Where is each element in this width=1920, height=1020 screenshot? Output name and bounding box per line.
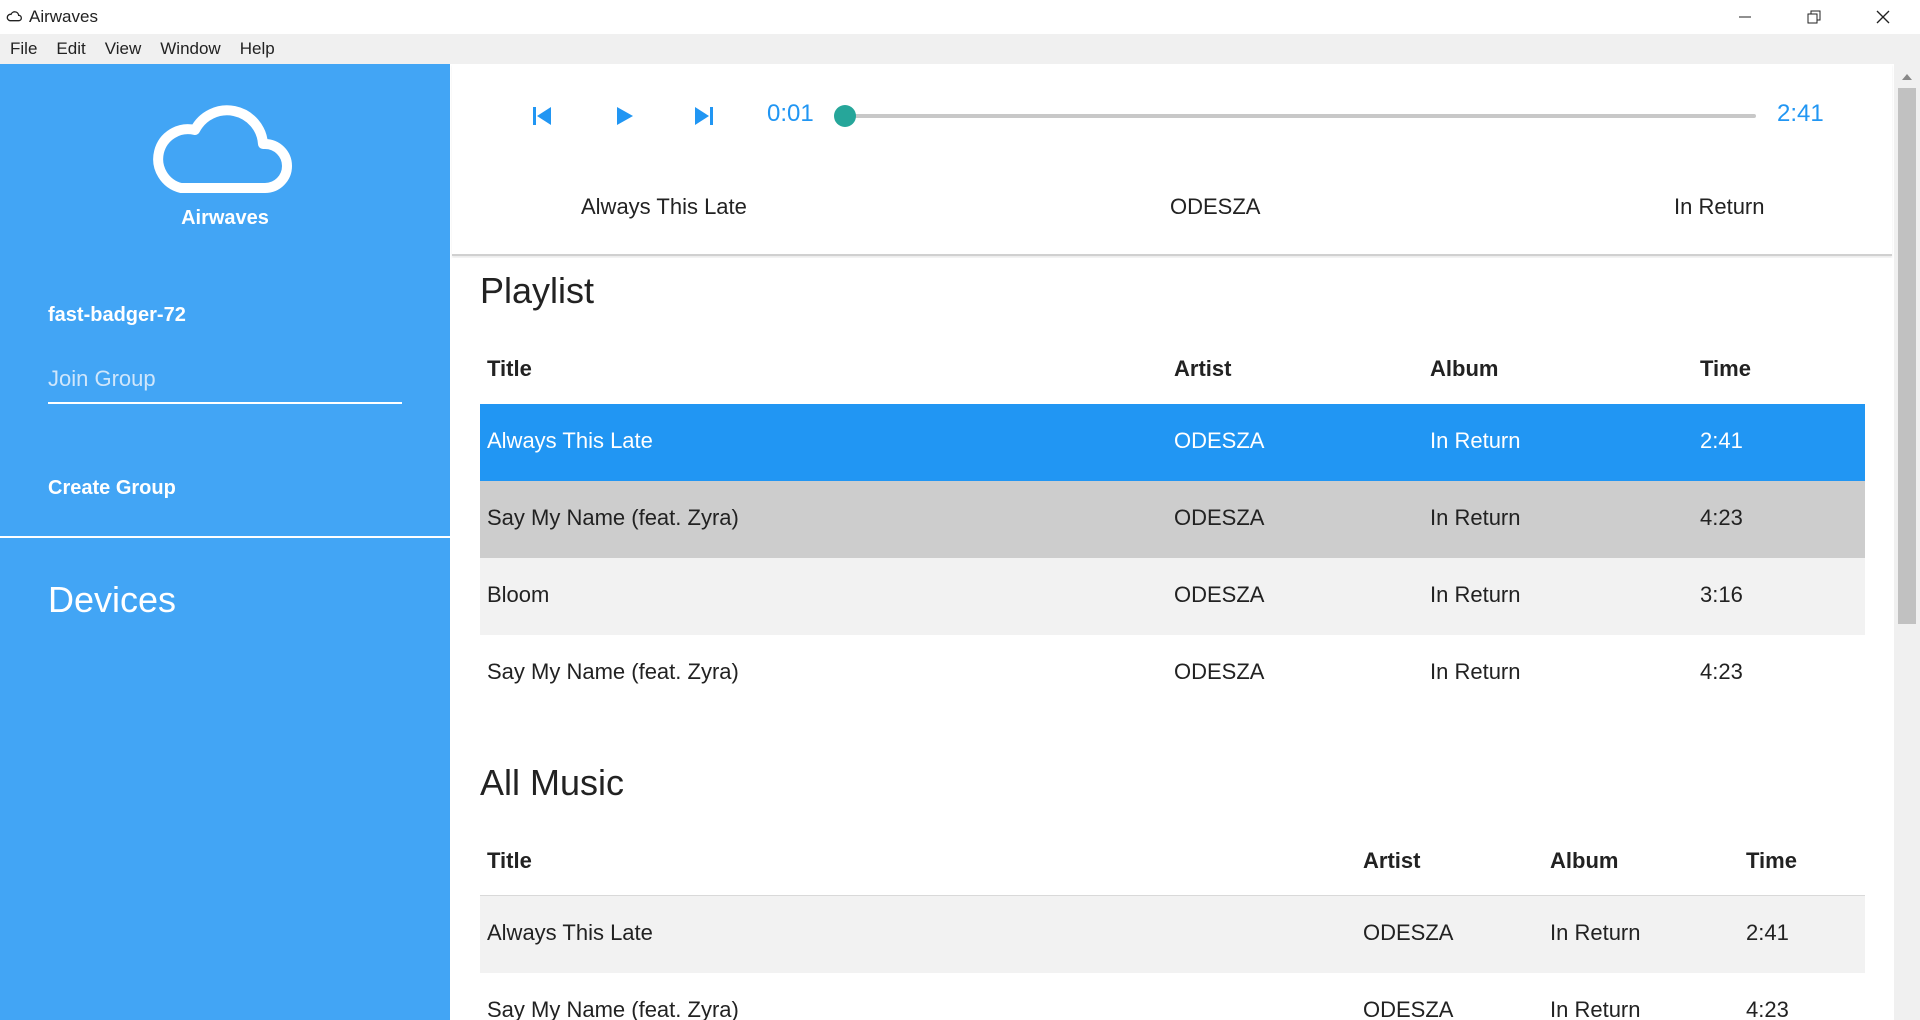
skip-previous-icon: [533, 107, 551, 125]
sidebar: Airwaves fast-badger-72 Create Group Dev…: [0, 64, 450, 1020]
cell-title: Say My Name (feat. Zyra): [487, 659, 739, 684]
next-track-button[interactable]: [684, 96, 724, 136]
brand-name: Airwaves: [181, 207, 269, 229]
all-music-heading: All Music: [480, 762, 625, 803]
scroll-up-icon[interactable]: [1901, 72, 1913, 82]
cell-artist: ODESZA: [1174, 428, 1265, 453]
all-music-table: Title Artist Album Time Always This Late…: [480, 826, 1865, 1020]
column-artist[interactable]: Artist: [1174, 356, 1231, 382]
menu-view[interactable]: View: [99, 39, 150, 59]
table-row[interactable]: Always This Late ODESZA In Return 2:41: [480, 404, 1865, 481]
cell-title: Always This Late: [487, 428, 653, 453]
cell-album: In Return: [1430, 659, 1521, 684]
column-title[interactable]: Title: [487, 356, 532, 382]
current-time: 0:01: [767, 100, 814, 127]
now-playing-title: Always This Late: [581, 194, 747, 219]
scrollbar-thumb[interactable]: [1898, 88, 1916, 624]
cell-artist: ODESZA: [1363, 997, 1454, 1020]
menu-help[interactable]: Help: [234, 39, 283, 59]
cell-artist: ODESZA: [1174, 505, 1265, 530]
cell-artist: ODESZA: [1174, 659, 1265, 684]
username: fast-badger-72: [48, 304, 186, 326]
cloud-icon: [6, 11, 22, 22]
player-bar: 0:01 2:41 Always This Late ODESZA In Ret…: [452, 64, 1892, 256]
devices-heading: Devices: [48, 579, 177, 620]
minimize-icon: [1738, 16, 1751, 18]
table-row[interactable]: Bloom ODESZA In Return 3:16: [480, 558, 1865, 635]
table-row[interactable]: Always This Late ODESZA In Return 2:41: [480, 896, 1865, 973]
table-header: Title Artist Album Time: [480, 334, 1865, 404]
title-bar: Airwaves: [0, 0, 1920, 34]
column-time[interactable]: Time: [1746, 848, 1797, 874]
cell-album: In Return: [1550, 920, 1641, 945]
cell-time: 4:23: [1700, 659, 1743, 684]
menu-bar: File Edit View Window Help: [0, 34, 1920, 64]
seek-bar[interactable]: [836, 114, 1756, 118]
cell-album: In Return: [1430, 505, 1521, 530]
now-playing-album: In Return: [1674, 194, 1765, 219]
total-time: 2:41: [1777, 100, 1824, 127]
column-album[interactable]: Album: [1550, 848, 1618, 874]
table-header: Title Artist Album Time: [480, 826, 1865, 896]
cell-time: 4:23: [1700, 505, 1743, 530]
cell-title: Say My Name (feat. Zyra): [487, 505, 739, 530]
previous-track-button[interactable]: [522, 96, 562, 136]
main-content: Playlist Title Artist Album Time Always …: [452, 258, 1892, 1020]
sidebar-divider: [0, 536, 450, 538]
restore-icon: [1807, 10, 1820, 24]
seek-handle[interactable]: [834, 105, 857, 127]
column-time[interactable]: Time: [1700, 356, 1751, 382]
cell-time: 2:41: [1746, 920, 1789, 945]
table-row[interactable]: Say My Name (feat. Zyra) ODESZA In Retur…: [480, 973, 1865, 1020]
close-icon: [1876, 10, 1889, 24]
cell-title: Always This Late: [487, 920, 653, 945]
cloud-logo-icon: [153, 105, 292, 193]
cell-artist: ODESZA: [1363, 920, 1454, 945]
skip-next-icon: [695, 107, 713, 125]
join-group-input[interactable]: [48, 364, 402, 404]
column-album[interactable]: Album: [1430, 356, 1498, 382]
cell-title: Bloom: [487, 582, 550, 607]
create-group-button[interactable]: Create Group: [48, 477, 176, 500]
cell-time: 2:41: [1700, 428, 1743, 453]
play-icon: [617, 107, 633, 125]
minimize-button[interactable]: [1710, 0, 1779, 34]
menu-edit[interactable]: Edit: [50, 39, 93, 59]
column-title[interactable]: Title: [487, 848, 532, 874]
table-row[interactable]: Say My Name (feat. Zyra) ODESZA In Retur…: [480, 635, 1865, 712]
now-playing-artist: ODESZA: [1170, 194, 1261, 219]
cell-album: In Return: [1430, 582, 1521, 607]
restore-button[interactable]: [1779, 0, 1848, 34]
cell-album: In Return: [1430, 428, 1521, 453]
cell-time: 4:23: [1746, 997, 1789, 1020]
scrollbar[interactable]: [1894, 64, 1920, 1020]
cell-artist: ODESZA: [1174, 582, 1265, 607]
window-title: Airwaves: [29, 7, 98, 26]
cell-time: 3:16: [1700, 582, 1743, 607]
playlist-heading: Playlist: [480, 270, 595, 311]
menu-window[interactable]: Window: [154, 39, 228, 59]
cell-album: In Return: [1550, 997, 1641, 1020]
column-artist[interactable]: Artist: [1363, 848, 1420, 874]
play-button[interactable]: [604, 96, 644, 136]
playlist-table: Title Artist Album Time Always This Late…: [480, 334, 1865, 712]
table-row[interactable]: Say My Name (feat. Zyra) ODESZA In Retur…: [480, 481, 1865, 558]
close-button[interactable]: [1848, 0, 1917, 34]
menu-file[interactable]: File: [4, 39, 45, 59]
cell-title: Say My Name (feat. Zyra): [487, 997, 739, 1020]
